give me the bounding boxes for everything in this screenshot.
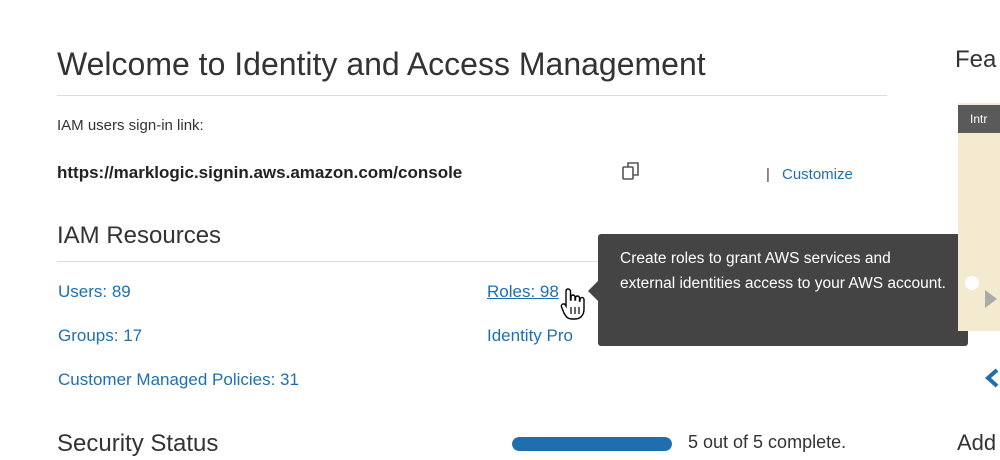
identity-providers-link[interactable]: Identity Pro [487,326,573,346]
security-progress-bar [512,437,672,451]
groups-link[interactable]: Groups: 17 [58,326,142,346]
resources-heading: IAM Resources [57,222,222,249]
copy-icon[interactable] [620,160,642,182]
tooltip-arrow [588,281,598,301]
featured-heading: Fea [955,46,997,73]
video-scrubber[interactable] [965,276,979,290]
page-title: Welcome to Identity and Access Managemen… [57,46,706,82]
users-link[interactable]: Users: 89 [58,282,131,302]
divider [57,95,887,96]
hand-cursor-icon [560,287,586,321]
roles-link[interactable]: Roles: 98 [487,282,559,302]
signin-label: IAM users sign-in link: [57,117,204,134]
play-icon[interactable] [985,290,997,308]
security-progress-text: 5 out of 5 complete. [688,432,847,452]
chevron-left-icon[interactable] [984,368,1000,388]
signin-url: https://marklogic.signin.aws.amazon.com/… [57,163,463,182]
video-title: Intr [958,105,1000,133]
roles-tooltip: Create roles to grant AWS services and e… [598,234,968,346]
security-status-heading: Security Status [57,430,219,457]
customer-managed-policies-link[interactable]: Customer Managed Policies: 31 [58,370,299,390]
additional-heading: Add [957,430,997,455]
security-progress-fill [512,437,672,451]
customize-link[interactable]: Customize [782,166,853,183]
separator: | [766,166,770,183]
